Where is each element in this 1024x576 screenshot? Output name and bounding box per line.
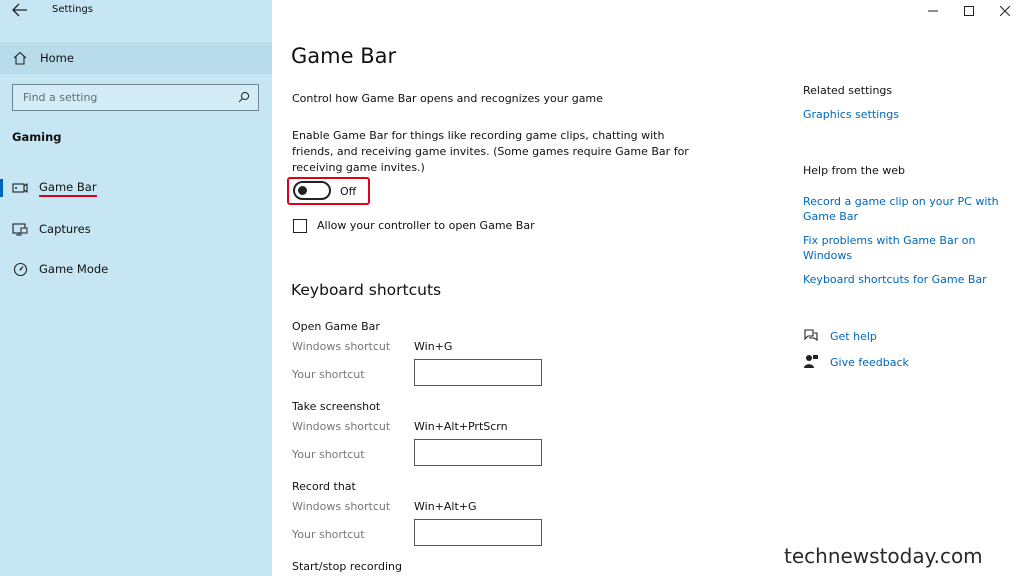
sidebar-item-label: Captures xyxy=(39,222,91,236)
related-settings-title: Related settings xyxy=(803,84,893,97)
page-title: Game Bar xyxy=(291,44,397,68)
selection-indicator xyxy=(0,179,3,197)
sidebar-item-home[interactable]: Home xyxy=(0,42,272,74)
give-feedback-link[interactable]: Give feedback xyxy=(830,355,1024,370)
graphics-settings-link[interactable]: Graphics settings xyxy=(803,107,1003,122)
sidebar-item-captures[interactable]: Captures xyxy=(0,213,272,245)
your-shortcut-label: Your shortcut xyxy=(292,448,365,461)
windows-shortcut-label: Windows shortcut xyxy=(292,420,391,433)
app-title: Settings xyxy=(52,4,94,15)
search-input[interactable] xyxy=(13,85,231,110)
sidebar-item-label: Game Mode xyxy=(39,262,109,276)
main-content: Game Bar Control how Game Bar opens and … xyxy=(272,0,1024,576)
game-mode-icon xyxy=(12,261,28,277)
title-bar: Settings xyxy=(0,0,272,22)
your-shortcut-input[interactable] xyxy=(414,519,542,546)
sidebar: Settings Home Gaming Game Bar Captures G… xyxy=(0,0,272,576)
sidebar-item-label: Home xyxy=(40,51,74,65)
section-label-gaming: Gaming xyxy=(12,130,62,144)
controller-checkbox[interactable] xyxy=(293,219,307,233)
sidebar-item-label: Game Bar xyxy=(39,180,97,197)
get-help-icon xyxy=(804,329,818,342)
toggle-state-label: Off xyxy=(340,185,357,198)
enable-game-bar-description: Enable Game Bar for things like recordin… xyxy=(292,129,689,174)
controller-checkbox-label[interactable]: Allow your controller to open Game Bar xyxy=(317,219,535,232)
watermark: technewstoday.com xyxy=(784,544,983,568)
get-help-link[interactable]: Get help xyxy=(830,329,1024,344)
search-box[interactable] xyxy=(12,84,259,111)
home-icon xyxy=(12,50,28,66)
windows-shortcut-value: Win+Alt+G xyxy=(414,500,477,513)
game-bar-icon xyxy=(12,180,28,196)
sidebar-item-game-bar[interactable]: Game Bar xyxy=(0,172,272,204)
keyboard-shortcuts-title: Keyboard shortcuts xyxy=(291,281,442,299)
shortcut-group-title: Take screenshot xyxy=(292,400,381,413)
back-arrow-icon[interactable] xyxy=(12,3,28,17)
help-link-fix-problems[interactable]: Fix problems with Game Bar on Windows xyxy=(803,233,1003,263)
your-shortcut-label: Your shortcut xyxy=(292,368,365,381)
game-bar-toggle[interactable] xyxy=(293,181,331,200)
shortcut-group-title: Open Game Bar xyxy=(292,320,380,333)
help-link-keyboard-shortcuts[interactable]: Keyboard shortcuts for Game Bar xyxy=(803,272,1003,287)
search-icon[interactable] xyxy=(238,91,250,103)
your-shortcut-input[interactable] xyxy=(414,439,542,466)
captures-icon xyxy=(12,221,28,237)
help-link-record-clip[interactable]: Record a game clip on your PC with Game … xyxy=(803,194,1003,224)
help-from-web-title: Help from the web xyxy=(803,164,905,177)
shortcut-group-title: Start/stop recording xyxy=(292,560,402,573)
sidebar-item-game-mode[interactable]: Game Mode xyxy=(0,253,272,285)
windows-shortcut-label: Windows shortcut xyxy=(292,500,391,513)
windows-shortcut-value: Win+G xyxy=(414,340,453,353)
your-shortcut-label: Your shortcut xyxy=(292,528,365,541)
page-description: Control how Game Bar opens and recognize… xyxy=(292,92,603,105)
shortcut-group-title: Record that xyxy=(292,480,356,493)
windows-shortcut-label: Windows shortcut xyxy=(292,340,391,353)
toggle-knob xyxy=(298,186,307,195)
windows-shortcut-value: Win+Alt+PrtScrn xyxy=(414,420,508,433)
your-shortcut-input[interactable] xyxy=(414,359,542,386)
give-feedback-icon xyxy=(804,355,818,368)
